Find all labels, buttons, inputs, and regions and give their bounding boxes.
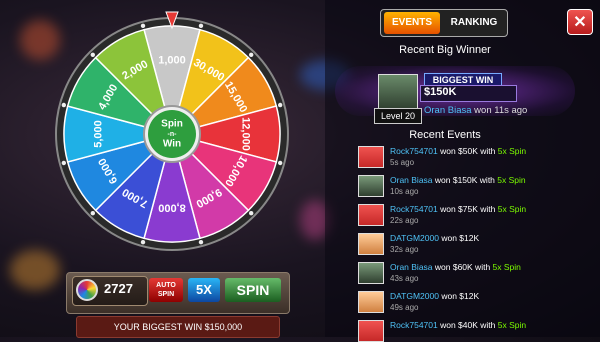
winner-name[interactable]: Oran Biasa bbox=[424, 105, 472, 116]
event-time: 49s ago bbox=[390, 303, 419, 312]
background-light bbox=[10, 250, 60, 290]
event-text: won $150K with bbox=[432, 175, 498, 185]
event-time: 10s ago bbox=[390, 187, 419, 196]
wheel-segment-label: 12,000 bbox=[240, 117, 252, 151]
event-bonus: 5x Spin bbox=[497, 204, 527, 214]
event-row: Oran Biasa won $60K with 5x Spin bbox=[390, 262, 521, 272]
recent-winner-title: Recent Big Winner bbox=[399, 44, 491, 56]
wheel-peg bbox=[248, 52, 254, 58]
event-text: won $40K with bbox=[437, 320, 498, 330]
coin-icon bbox=[76, 279, 98, 301]
wheel-peg bbox=[61, 160, 67, 166]
wheel-hub-label: Spin bbox=[161, 119, 183, 130]
event-time: 32s ago bbox=[390, 245, 419, 254]
event-user[interactable]: DATGM2000 bbox=[390, 291, 439, 301]
prize-wheel[interactable]: 1,000 30,000 15,000 12,000 10,000 9,000 8,000 7… bbox=[55, 6, 295, 266]
event-time: 43s ago bbox=[390, 274, 419, 283]
tab-events[interactable]: EVENTS bbox=[384, 12, 440, 34]
event-row: Rock754701 won $50K with 5x Spin bbox=[390, 146, 526, 156]
event-text: won $12K bbox=[438, 291, 480, 301]
biggest-amount: $150K bbox=[424, 86, 457, 98]
event-user[interactable]: Rock754701 bbox=[390, 204, 438, 214]
event-time: 22s ago bbox=[390, 216, 419, 225]
event-text: won $12K bbox=[438, 233, 480, 243]
event-row: Rock754701 won $75K with 5x Spin bbox=[390, 204, 526, 214]
event-avatar[interactable] bbox=[358, 320, 384, 342]
event-avatar[interactable] bbox=[358, 233, 384, 255]
event-bonus: 5x Spin bbox=[497, 175, 526, 185]
event-user[interactable]: Oran Biasa bbox=[390, 175, 433, 185]
wheel-peg bbox=[140, 23, 146, 29]
wheel-segment-label: 1,000 bbox=[158, 54, 186, 66]
auto-spin-button[interactable]: AUTO SPIN bbox=[149, 278, 183, 302]
event-text: won $50K with bbox=[437, 146, 498, 156]
event-bonus: 5x Spin bbox=[492, 262, 521, 272]
event-text: won $75K with bbox=[437, 204, 498, 214]
wheel-peg bbox=[198, 23, 204, 29]
event-time: 5s ago bbox=[390, 158, 415, 167]
winner-line: Oran Biasa won 11s ago bbox=[424, 105, 527, 116]
wheel-peg bbox=[277, 102, 283, 108]
event-bonus: 5x Spin bbox=[497, 146, 527, 156]
wheel-segment-label: 5,000 bbox=[92, 120, 104, 148]
winner-level: Level 20 bbox=[374, 108, 422, 124]
wheel-hub-label: -n- bbox=[168, 131, 178, 138]
event-bonus: 5x Spin bbox=[497, 320, 527, 330]
coin-count: 2727 bbox=[104, 281, 133, 296]
recent-events-title: Recent Events bbox=[409, 129, 481, 141]
wheel-peg bbox=[61, 102, 67, 108]
event-row: Rock754701 won $40K with 5x Spin bbox=[390, 320, 526, 330]
background-light bbox=[20, 20, 60, 60]
wheel-peg bbox=[198, 239, 204, 245]
wheel-peg bbox=[140, 239, 146, 245]
event-row: DATGM2000 won $12K bbox=[390, 233, 479, 243]
event-avatar[interactable] bbox=[358, 175, 384, 197]
auto-spin-label: SPIN bbox=[157, 291, 175, 298]
wheel-graphic: 1,000 30,00015,00012,00010,0009,0008,0007… bbox=[55, 11, 289, 251]
spin-button[interactable]: SPIN bbox=[225, 278, 281, 302]
event-user[interactable]: DATGM2000 bbox=[390, 233, 439, 243]
winner-avatar[interactable] bbox=[378, 74, 418, 110]
event-avatar[interactable] bbox=[358, 146, 384, 168]
event-row: DATGM2000 won $12K bbox=[390, 291, 479, 301]
multiplier-button[interactable]: 5X bbox=[188, 278, 220, 302]
event-avatar[interactable] bbox=[358, 262, 384, 284]
auto-spin-label: AUTO bbox=[156, 282, 176, 289]
wheel-hub-label: Win bbox=[163, 139, 181, 150]
event-user[interactable]: Rock754701 bbox=[390, 146, 438, 156]
wheel-peg bbox=[90, 52, 96, 58]
event-text: won $60K with bbox=[432, 262, 493, 272]
event-user[interactable]: Rock754701 bbox=[390, 320, 438, 330]
wheel-peg bbox=[277, 160, 283, 166]
wheel-peg bbox=[248, 210, 254, 216]
event-avatar[interactable] bbox=[358, 204, 384, 226]
event-user[interactable]: Oran Biasa bbox=[390, 262, 433, 272]
event-row: Oran Biasa won $150K with 5x Spin bbox=[390, 175, 526, 185]
tab-ranking[interactable]: RANKING bbox=[444, 12, 504, 34]
close-button[interactable]: ✕ bbox=[567, 9, 593, 35]
event-avatar[interactable] bbox=[358, 291, 384, 313]
wheel-segment-label: 8,000 bbox=[158, 202, 186, 214]
winner-won-text: won 11s ago bbox=[471, 105, 528, 116]
biggest-win-bar: YOUR BIGGEST WIN $150,000 bbox=[76, 316, 280, 338]
wheel-peg bbox=[90, 210, 96, 216]
